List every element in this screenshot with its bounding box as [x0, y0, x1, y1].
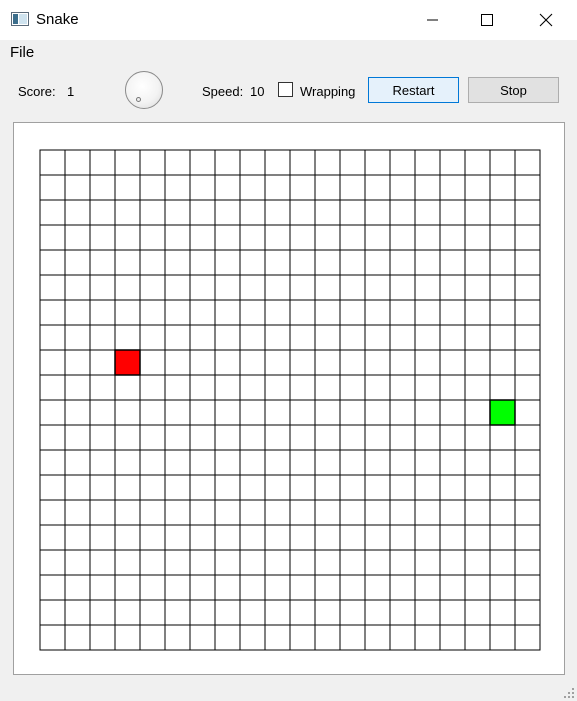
close-icon	[539, 13, 553, 27]
food-cell	[114, 349, 141, 376]
board-grid	[39, 149, 541, 651]
minimize-button[interactable]	[409, 0, 455, 40]
wrapping-label[interactable]: Wrapping	[300, 84, 355, 99]
wrapping-checkbox[interactable]	[278, 82, 293, 97]
window-app-icon	[11, 12, 29, 26]
speed-dial[interactable]	[125, 71, 163, 109]
speed-label: Speed:	[202, 84, 244, 99]
restart-button[interactable]: Restart	[368, 77, 459, 103]
snake-segment	[489, 399, 516, 426]
score-label: Score:	[18, 84, 56, 99]
maximize-button[interactable]	[464, 0, 510, 40]
window-title: Snake	[36, 11, 79, 28]
menu-bar: File	[0, 40, 577, 64]
speed-value: 10	[250, 84, 265, 99]
game-board[interactable]	[39, 149, 541, 651]
close-button[interactable]	[523, 0, 569, 40]
menu-file[interactable]: File	[10, 44, 34, 61]
score-value: 1	[67, 84, 75, 99]
resize-grip-icon[interactable]	[564, 688, 574, 698]
stop-button[interactable]: Stop	[468, 77, 559, 103]
maximize-icon	[481, 14, 493, 26]
speed-dial-indicator	[136, 97, 141, 102]
minimize-icon	[427, 19, 438, 21]
game-board-frame	[13, 122, 565, 675]
title-bar[interactable]: Snake	[0, 0, 577, 40]
